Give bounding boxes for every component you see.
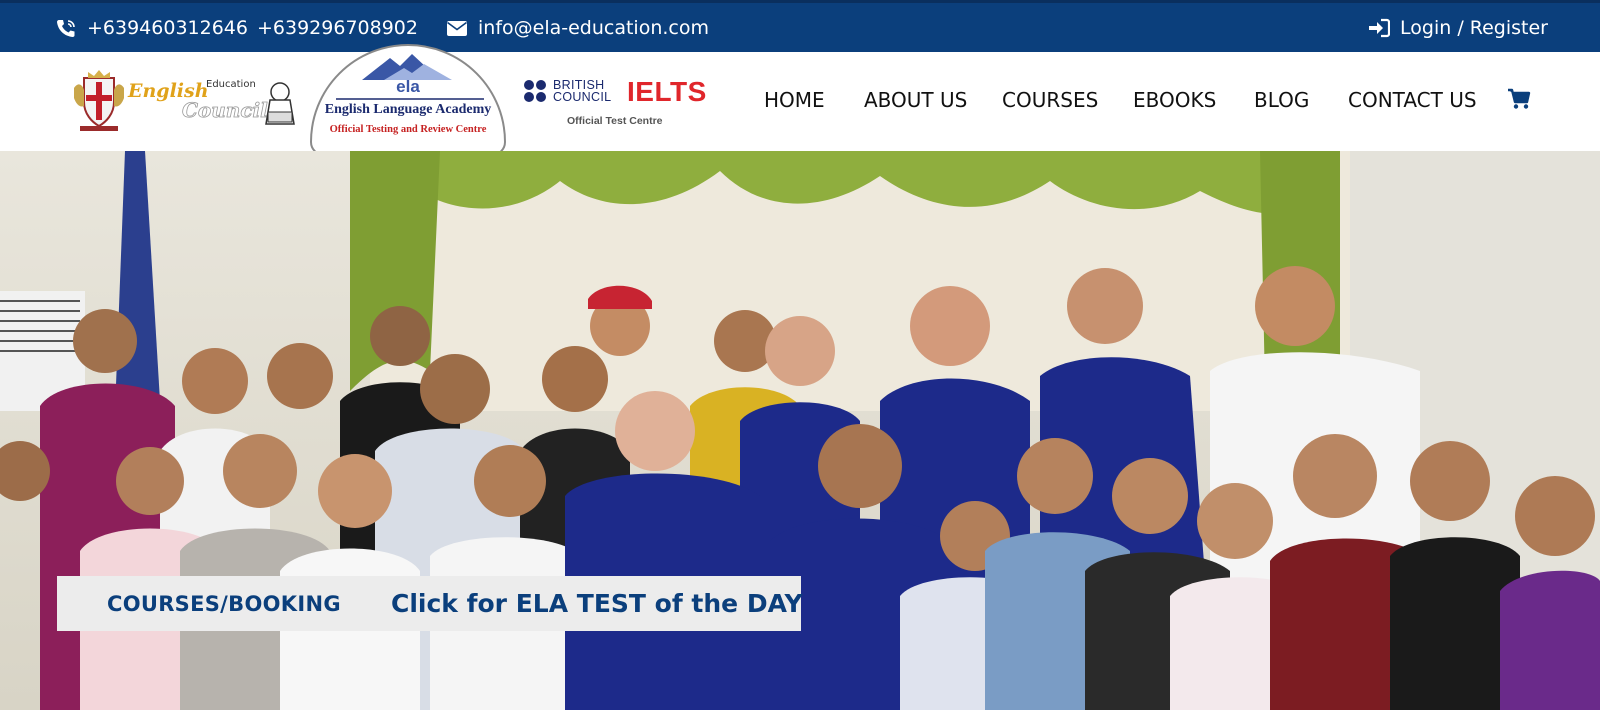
cta-bar: COURSES/BOOKING Click for ELA TEST of th… [57, 576, 803, 631]
sign-in-icon [1368, 18, 1391, 38]
ela-subtitle: Official Testing and Review Centre [329, 124, 487, 135]
official-test-centre-label: Official Test Centre [567, 115, 663, 127]
top-contact-bar: +639460312646 +639296708902 info@ela-edu… [0, 0, 1600, 52]
ela-full-name: English Language Academy [324, 102, 492, 117]
phone-icon [55, 18, 77, 38]
ela-wordmark: ela [396, 77, 420, 96]
courses-booking-link[interactable]: COURSES/BOOKING [107, 592, 341, 616]
email-address[interactable]: info@ela-education.com [478, 17, 709, 39]
nav-item-blog[interactable]: BLOG [1254, 88, 1309, 112]
nav-item-courses[interactable]: COURSES [1002, 88, 1098, 112]
education-badge: Education [206, 79, 256, 90]
nav-item-home[interactable]: HOME [764, 88, 825, 112]
login-register-label[interactable]: Login / Register [1400, 17, 1548, 39]
phone-number-2[interactable]: +639296708902 [257, 17, 418, 39]
british-council-text: BRITISH COUNCIL [553, 79, 612, 104]
ela-test-of-the-day-link[interactable]: Click for ELA TEST of the DAY [391, 589, 803, 618]
site-header: English Council Education ela English La… [0, 44, 1600, 156]
envelope-icon [446, 20, 468, 37]
british-council-line-2: COUNCIL [553, 90, 612, 104]
nav-item-ebooks[interactable]: EBOOKS [1133, 88, 1216, 112]
phone-number-1[interactable]: +639460312646 [87, 17, 248, 39]
british-council-dots-icon [524, 80, 546, 102]
phone-contact-1[interactable]: +639460312646 [55, 17, 248, 39]
ela-logo[interactable]: ela English Language Academy Official Te… [310, 44, 506, 156]
email-contact[interactable]: info@ela-education.com [446, 17, 709, 39]
english-council-logo[interactable]: English Council Education [70, 68, 298, 134]
nav-item-about-us[interactable]: ABOUT US [864, 88, 967, 112]
british-council-ielts-logo[interactable]: BRITISH COUNCIL IELTS Official Test Cent… [523, 74, 713, 130]
login-register-link[interactable]: Login / Register [1368, 17, 1548, 39]
nav-item-contact-us[interactable]: CONTACT US [1348, 88, 1477, 112]
ielts-wordmark: IELTS [627, 76, 707, 107]
ela-mountain-emblem [336, 54, 484, 100]
phone-contact-2[interactable]: +639296708902 [257, 17, 418, 39]
cart-icon[interactable] [1507, 88, 1531, 114]
english-council-word-2: Council [182, 98, 269, 123]
